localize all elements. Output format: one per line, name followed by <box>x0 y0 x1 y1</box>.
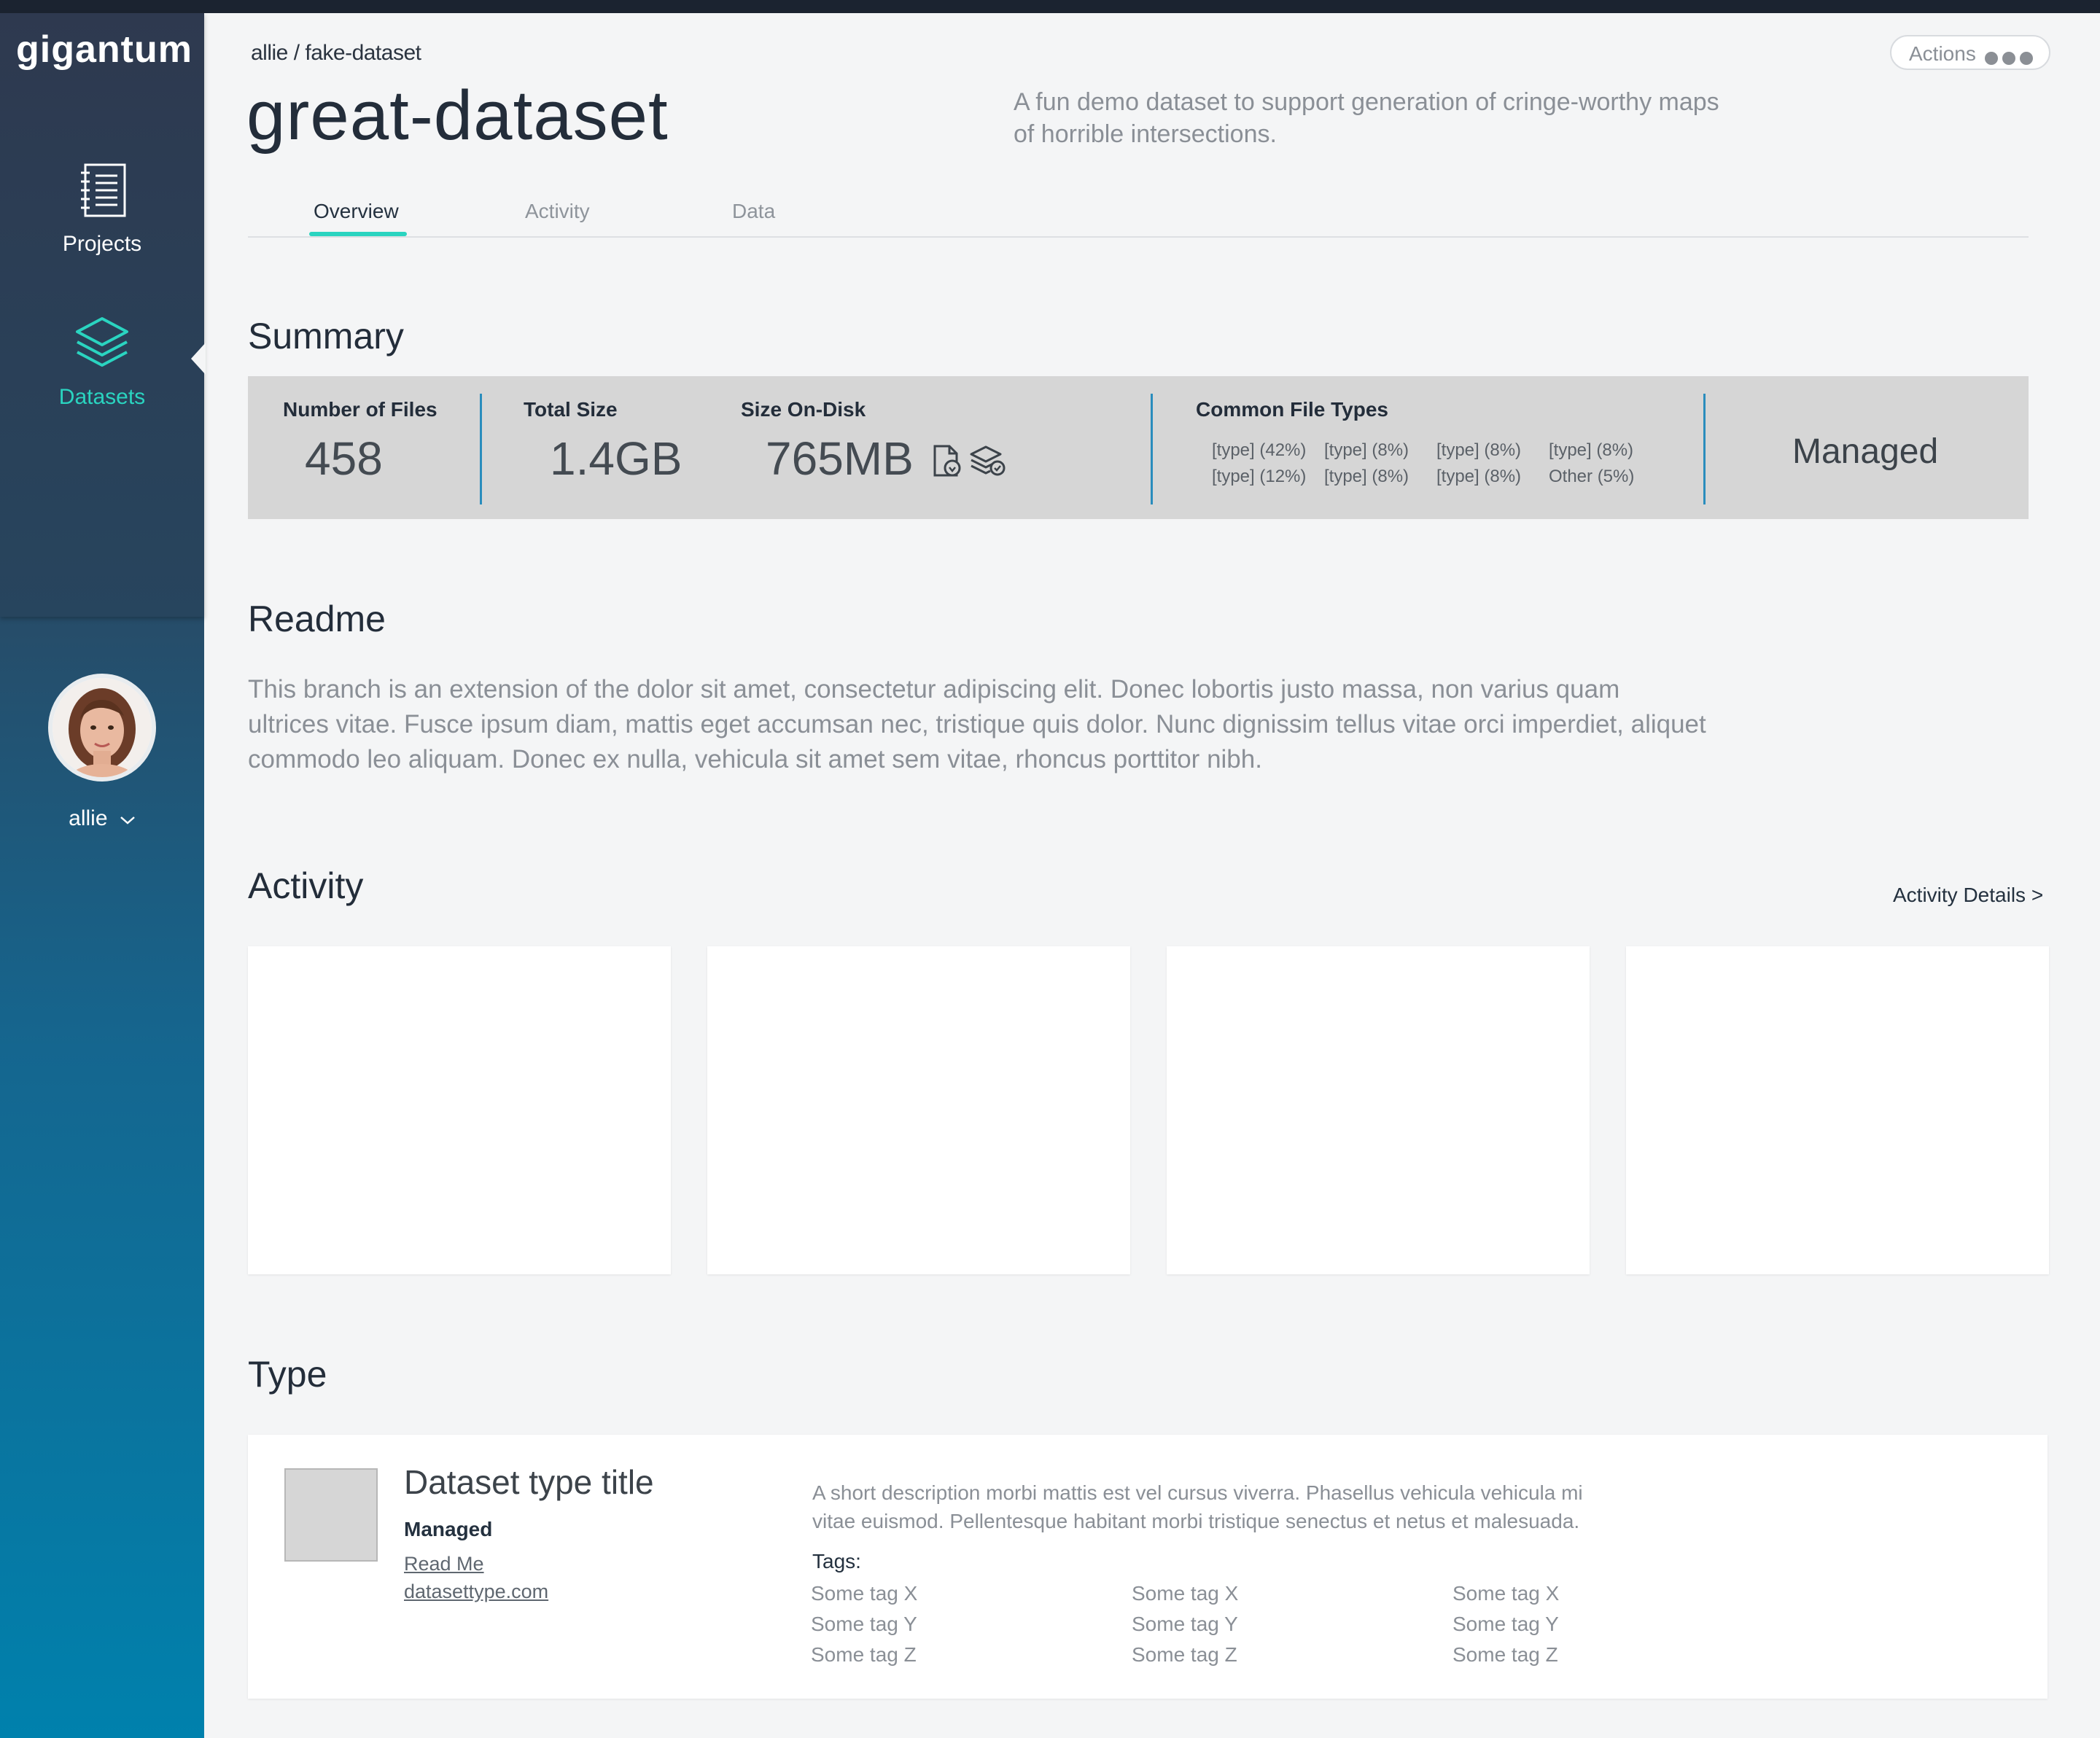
activity-card[interactable] <box>1626 946 2049 1274</box>
chevron-down-icon <box>120 817 135 825</box>
type-thumbnail <box>284 1468 378 1562</box>
sidebar-item-label: Projects <box>62 232 142 256</box>
tab-data[interactable]: Data <box>732 200 775 223</box>
tag-item: Some tag X <box>1452 1582 1560 1605</box>
file-type-item: [type] (8%) <box>1549 440 1634 460</box>
page-title: great-dataset <box>246 77 669 155</box>
files-value: 458 <box>305 432 383 485</box>
disk-size-label: Size On-Disk <box>741 398 866 421</box>
actions-label: Actions <box>1909 42 1976 65</box>
type-heading: Type <box>248 1354 327 1395</box>
type-title: Dataset type title <box>404 1463 654 1501</box>
file-download-icon <box>933 445 961 477</box>
user-menu[interactable]: allie <box>0 806 204 831</box>
active-nav-pointer <box>191 343 206 375</box>
tab-overview[interactable]: Overview <box>314 200 399 223</box>
window-top-bar <box>0 0 2100 13</box>
summary-divider <box>480 394 482 504</box>
breadcrumb[interactable]: allie / fake-dataset <box>251 41 421 66</box>
summary-divider <box>1703 394 1706 504</box>
file-type-item: [type] (8%) <box>1324 467 1409 486</box>
type-description: A short description morbi mattis est vel… <box>812 1481 1583 1532</box>
sidebar-item-label: Datasets <box>58 385 146 409</box>
tag-item: Some tag Z <box>811 1643 917 1666</box>
file-type-item: [type] (8%) <box>1436 467 1522 486</box>
total-size-label: Total Size <box>524 398 618 421</box>
summary-divider <box>1151 394 1153 504</box>
file-type-item: [type] (8%) <box>1324 440 1409 460</box>
file-type-item: [type] (12%) <box>1212 467 1307 486</box>
total-size-value: 1.4GB <box>550 432 682 485</box>
tag-item: Some tag Z <box>1452 1643 1558 1666</box>
logo[interactable]: gigantum <box>16 28 192 71</box>
layers-check-icon <box>970 445 1006 476</box>
sidebar-item-datasets[interactable]: Datasets <box>0 316 204 410</box>
disk-size-value: 765MB <box>766 432 914 485</box>
readme-heading: Readme <box>248 599 386 639</box>
tag-item: Some tag X <box>1132 1582 1239 1605</box>
tag-item: Some tag Z <box>1132 1643 1237 1666</box>
tag-item: Some tag Y <box>1452 1613 1559 1635</box>
file-type-item: [type] (42%) <box>1212 440 1307 460</box>
more-dots-icon <box>1985 47 2037 70</box>
type-managed-label: Managed <box>404 1518 493 1540</box>
summary-panel: Number of Files 458 Total Size 1.4GB Siz… <box>248 376 2029 519</box>
notebook-icon <box>81 163 126 217</box>
dataset-description: A fun demo dataset to support generation… <box>1014 88 1719 148</box>
actions-button[interactable]: Actions <box>1890 35 2050 70</box>
sidebar-item-projects[interactable]: Projects <box>0 163 204 257</box>
layers-icon <box>76 317 128 367</box>
file-types-label: Common File Types <box>1196 398 1388 421</box>
activity-card[interactable] <box>707 946 1130 1274</box>
website-link[interactable]: datasettype.com <box>404 1581 548 1603</box>
readme-text: This branch is an extension of the dolor… <box>248 675 1706 773</box>
type-card: Dataset type title Managed Read Me datas… <box>248 1435 2048 1699</box>
summary-heading: Summary <box>248 316 404 356</box>
activity-heading: Activity <box>248 865 364 906</box>
file-type-item: Other (5%) <box>1549 467 1635 486</box>
avatar[interactable] <box>48 674 156 782</box>
activity-details-link[interactable]: Activity Details > <box>1893 884 2043 907</box>
readme-link[interactable]: Read Me <box>404 1553 484 1575</box>
tag-item: Some tag Y <box>811 1613 917 1635</box>
sidebar-nav-panel: gigantum Projects Datasets <box>0 13 204 617</box>
file-type-item: [type] (8%) <box>1436 440 1522 460</box>
managed-status: Managed <box>1792 432 1939 471</box>
tab-activity[interactable]: Activity <box>525 200 590 223</box>
tag-item: Some tag Y <box>1132 1613 1238 1635</box>
tab-bar: Overview Activity Data <box>248 187 2029 238</box>
tag-item: Some tag X <box>811 1582 918 1605</box>
activity-card[interactable] <box>248 946 671 1274</box>
sidebar: gigantum Projects Datasets allie <box>0 13 206 1738</box>
user-name: allie <box>69 806 108 830</box>
files-label: Number of Files <box>283 398 438 421</box>
user-avatar-icon <box>52 678 152 777</box>
tags-label: Tags: <box>812 1550 861 1573</box>
activity-card[interactable] <box>1167 946 1590 1274</box>
active-tab-indicator <box>309 232 407 236</box>
